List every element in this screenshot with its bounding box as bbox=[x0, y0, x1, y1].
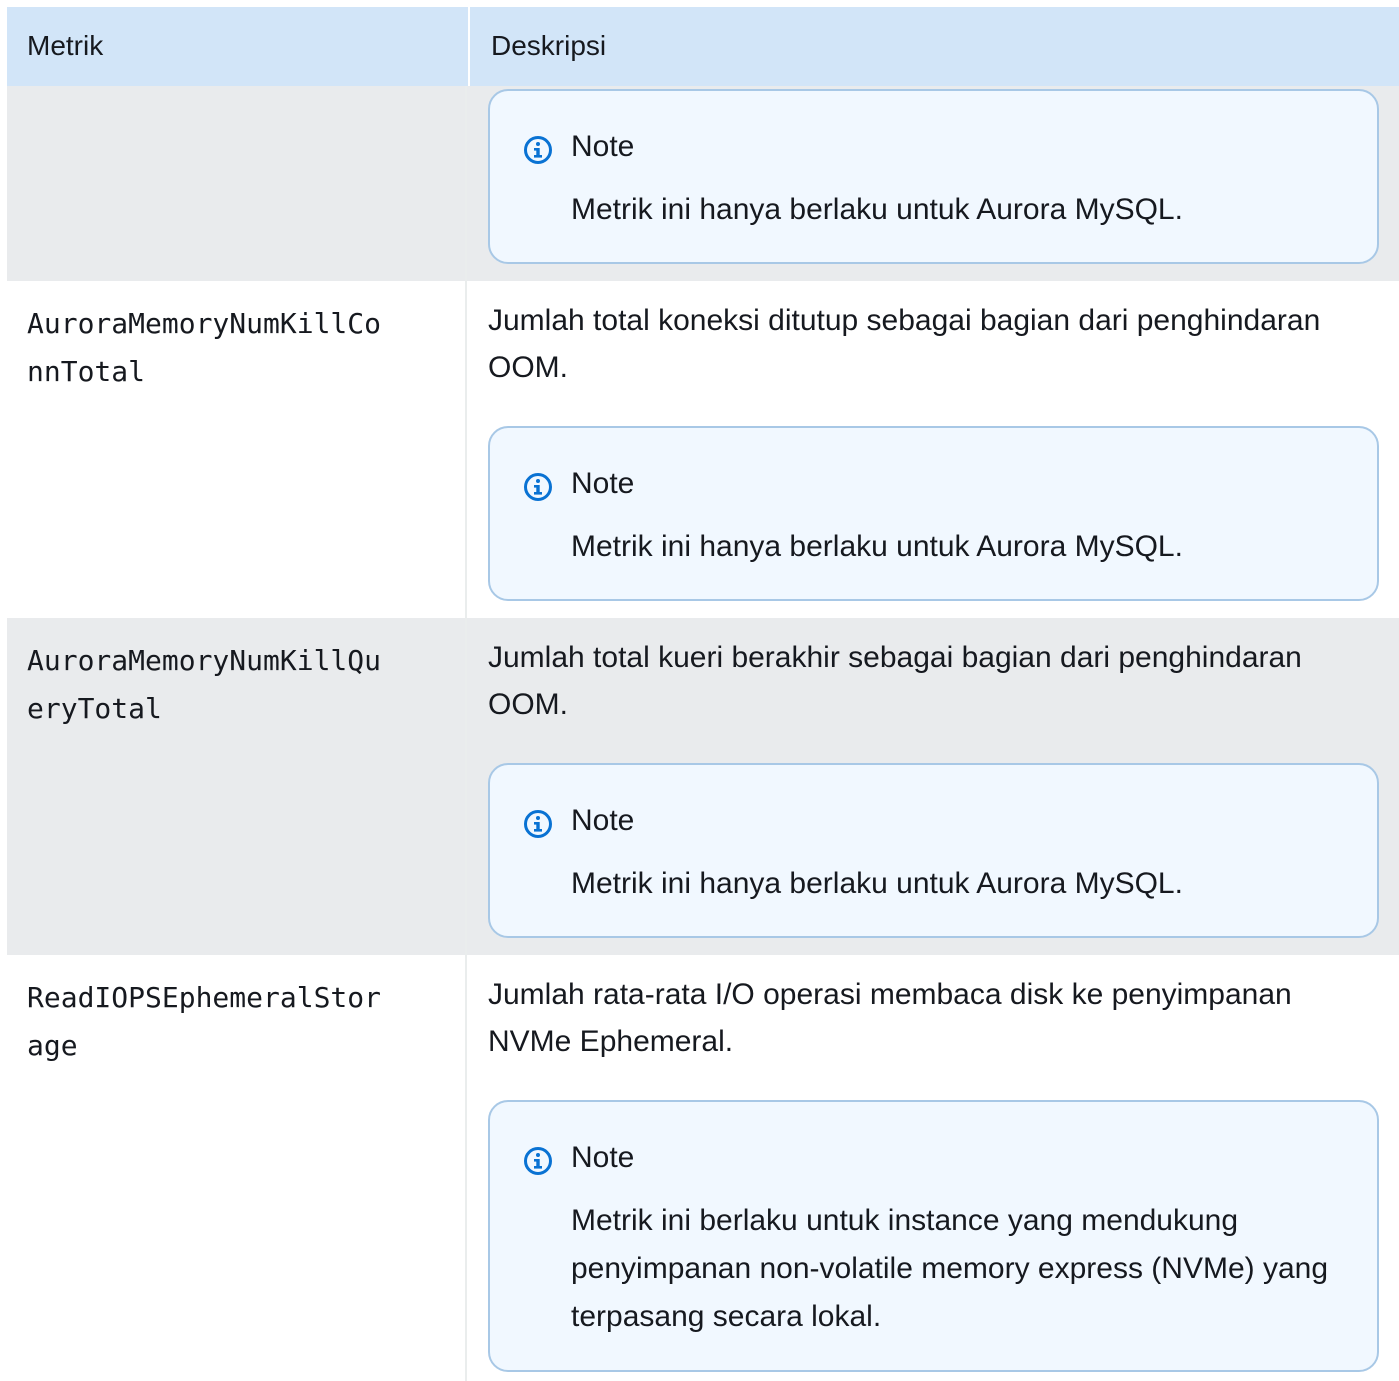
metric-cell: AuroraMemoryNumKillQueryTotal bbox=[7, 618, 467, 955]
note-box: Note Metrik ini hanya berlaku untuk Auro… bbox=[488, 89, 1379, 264]
description-cell: Jumlah total kueri berakhir sebagai bagi… bbox=[467, 618, 1399, 955]
metric-name bbox=[27, 86, 387, 105]
description-cell: Jumlah rata-rata I/O operasi membaca dis… bbox=[467, 955, 1399, 1381]
metric-name: ReadIOPSEphemeralStorage bbox=[27, 981, 382, 1062]
info-icon bbox=[524, 136, 552, 164]
metric-description: Jumlah total kueri berakhir sebagai bagi… bbox=[488, 641, 1302, 721]
note-title: Note bbox=[571, 467, 635, 500]
note-text: Metrik ini hanya berlaku untuk Aurora My… bbox=[571, 867, 1183, 900]
metric-name: AuroraMemoryNumKillConnTotal bbox=[27, 307, 382, 388]
metric-cell bbox=[7, 86, 467, 281]
table-row: ReadIOPSEphemeralStorage Jumlah rata-rat… bbox=[7, 955, 1399, 1381]
description-cell: Jumlah total koneksi ditutup sebagai bag… bbox=[467, 281, 1399, 618]
note-box: Note Metrik ini berlaku untuk instance y… bbox=[488, 1100, 1379, 1372]
header-metric: Metrik bbox=[7, 7, 470, 86]
metric-name: AuroraMemoryNumKillQueryTotal bbox=[27, 644, 382, 725]
metrics-table: Metrik Deskripsi Note Metrik ini hanya b… bbox=[7, 7, 1399, 1381]
description-cell: Note Metrik ini hanya berlaku untuk Auro… bbox=[467, 86, 1399, 281]
note-title: Note bbox=[571, 1141, 635, 1174]
metric-description: Jumlah rata-rata I/O operasi membaca dis… bbox=[488, 978, 1292, 1058]
info-icon bbox=[524, 810, 552, 838]
note-text: Metrik ini hanya berlaku untuk Aurora My… bbox=[571, 530, 1183, 563]
note-text: Metrik ini hanya berlaku untuk Aurora My… bbox=[571, 193, 1183, 226]
metric-description: Jumlah total koneksi ditutup sebagai bag… bbox=[488, 304, 1321, 384]
header-description: Deskripsi bbox=[491, 30, 607, 61]
table-row: AuroraMemoryNumKillConnTotal Jumlah tota… bbox=[7, 281, 1399, 618]
note-box: Note Metrik ini hanya berlaku untuk Auro… bbox=[488, 763, 1379, 938]
metric-cell: AuroraMemoryNumKillConnTotal bbox=[7, 281, 467, 618]
info-icon bbox=[524, 473, 552, 501]
note-text: Metrik ini berlaku untuk instance yang m… bbox=[571, 1204, 1329, 1333]
table-row: AuroraMemoryNumKillQueryTotal Jumlah tot… bbox=[7, 618, 1399, 955]
note-title: Note bbox=[571, 804, 635, 837]
table-header: Metrik Deskripsi bbox=[7, 7, 1399, 86]
table-row: Note Metrik ini hanya berlaku untuk Auro… bbox=[7, 86, 1399, 281]
metric-cell: ReadIOPSEphemeralStorage bbox=[7, 955, 467, 1381]
note-title: Note bbox=[571, 130, 635, 163]
info-icon bbox=[524, 1147, 552, 1175]
note-box: Note Metrik ini hanya berlaku untuk Auro… bbox=[488, 426, 1379, 601]
